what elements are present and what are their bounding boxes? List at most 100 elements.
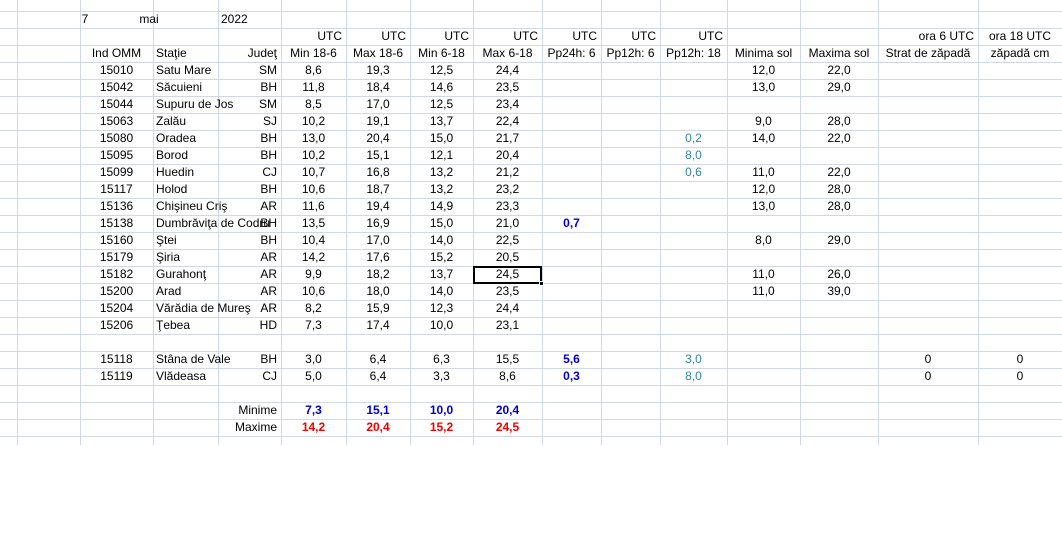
data-cell[interactable]: 24,4 <box>473 62 542 79</box>
data-cell[interactable]: 10,4 <box>281 232 346 249</box>
column-header-cell[interactable]: Pp24h: 6 <box>542 45 601 62</box>
data-cell[interactable]: 17,0 <box>346 96 410 113</box>
data-cell[interactable]: BH <box>218 215 281 232</box>
data-cell[interactable]: CJ <box>218 164 281 181</box>
data-cell[interactable]: 15,1 <box>346 147 410 164</box>
utc-label-cell[interactable]: UTC <box>473 28 542 45</box>
data-cell[interactable]: 13,5 <box>281 215 346 232</box>
header-year-cell[interactable]: 2022 <box>218 11 281 28</box>
data-cell[interactable]: 8,0 <box>727 232 800 249</box>
data-cell[interactable]: 18,4 <box>346 79 410 96</box>
data-cell[interactable]: 15,5 <box>473 351 542 368</box>
utc-label-cell[interactable]: UTC <box>281 28 346 45</box>
data-cell[interactable]: BH <box>218 79 281 96</box>
data-cell[interactable]: 10,2 <box>281 147 346 164</box>
data-cell[interactable]: 15063 <box>80 113 153 130</box>
data-cell[interactable]: 15160 <box>80 232 153 249</box>
utc-label-cell[interactable]: UTC <box>410 28 473 45</box>
utc-label-cell[interactable]: UTC <box>346 28 410 45</box>
data-cell[interactable]: 18,2 <box>346 266 410 283</box>
data-cell[interactable]: 10,6 <box>281 283 346 300</box>
summary-label-cell[interactable]: Minime <box>218 402 281 419</box>
data-cell[interactable]: 11,8 <box>281 79 346 96</box>
data-cell[interactable]: 8,0 <box>660 147 727 164</box>
column-header-cell[interactable]: Min 18-6 <box>281 45 346 62</box>
data-cell[interactable]: 13,0 <box>281 130 346 147</box>
data-cell[interactable]: 7,3 <box>281 317 346 334</box>
utc-label-cell[interactable]: UTC <box>542 28 601 45</box>
data-cell[interactable]: 15095 <box>80 147 153 164</box>
data-cell[interactable]: 28,0 <box>800 113 878 130</box>
data-cell[interactable]: 15099 <box>80 164 153 181</box>
data-cell[interactable]: 17,0 <box>346 232 410 249</box>
column-header-cell[interactable]: Judeţ <box>218 45 281 62</box>
data-cell[interactable]: 21,0 <box>473 215 542 232</box>
fill-handle[interactable] <box>539 281 544 286</box>
data-cell[interactable]: 19,1 <box>346 113 410 130</box>
column-header-cell[interactable]: Pp12h: 6 <box>601 45 660 62</box>
data-cell[interactable]: 20,4 <box>473 147 542 164</box>
column-header-cell[interactable]: Min 6-18 <box>410 45 473 62</box>
column-header-cell[interactable]: Pp12h: 18 <box>660 45 727 62</box>
data-cell[interactable]: AR <box>218 283 281 300</box>
data-cell[interactable]: 0 <box>878 368 978 385</box>
data-cell[interactable]: 16,8 <box>346 164 410 181</box>
data-cell[interactable]: 28,0 <box>800 198 878 215</box>
summary-value-cell[interactable]: 10,0 <box>410 402 473 419</box>
data-cell[interactable]: 13,2 <box>410 181 473 198</box>
data-cell[interactable]: AR <box>218 266 281 283</box>
column-header-cell[interactable]: Strat de zăpadă <box>878 45 978 62</box>
active-cell-selection[interactable] <box>473 266 542 284</box>
data-cell[interactable]: 15204 <box>80 300 153 317</box>
utc-label-cell[interactable]: UTC <box>660 28 727 45</box>
data-cell[interactable]: 15,2 <box>410 249 473 266</box>
data-cell[interactable]: 28,0 <box>800 181 878 198</box>
data-cell[interactable]: 15080 <box>80 130 153 147</box>
data-cell[interactable]: 12,5 <box>410 62 473 79</box>
data-cell[interactable]: 22,0 <box>800 130 878 147</box>
data-cell[interactable]: 15138 <box>80 215 153 232</box>
data-cell[interactable]: 15119 <box>80 368 153 385</box>
data-cell[interactable]: 9,0 <box>727 113 800 130</box>
data-cell[interactable]: 14,6 <box>410 79 473 96</box>
data-cell[interactable]: 15044 <box>80 96 153 113</box>
data-cell[interactable]: 26,0 <box>800 266 878 283</box>
data-cell[interactable]: 22,0 <box>800 164 878 181</box>
data-cell[interactable]: 8,0 <box>660 368 727 385</box>
data-cell[interactable]: 13,7 <box>410 113 473 130</box>
summary-label-cell[interactable]: Maxime <box>218 419 281 436</box>
data-cell[interactable]: 10,2 <box>281 113 346 130</box>
header-month-cell[interactable]: mai <box>80 11 218 28</box>
data-cell[interactable]: 10,6 <box>281 181 346 198</box>
data-cell[interactable]: 15179 <box>80 249 153 266</box>
data-cell[interactable]: 0 <box>978 351 1062 368</box>
data-cell[interactable]: 3,0 <box>660 351 727 368</box>
data-cell[interactable]: 3,0 <box>281 351 346 368</box>
data-cell[interactable]: 16,9 <box>346 215 410 232</box>
data-cell[interactable]: 12,3 <box>410 300 473 317</box>
data-cell[interactable]: 13,2 <box>410 164 473 181</box>
data-cell[interactable]: 15182 <box>80 266 153 283</box>
data-cell[interactable]: 15,0 <box>410 130 473 147</box>
data-cell[interactable]: SM <box>218 96 281 113</box>
data-cell[interactable]: 13,0 <box>727 198 800 215</box>
data-cell[interactable]: 14,0 <box>410 283 473 300</box>
summary-value-cell[interactable]: 24,5 <box>473 419 542 436</box>
data-cell[interactable]: 15010 <box>80 62 153 79</box>
summary-value-cell[interactable]: 20,4 <box>346 419 410 436</box>
data-cell[interactable]: 20,4 <box>346 130 410 147</box>
summary-value-cell[interactable]: 7,3 <box>281 402 346 419</box>
data-cell[interactable]: SM <box>218 62 281 79</box>
data-cell[interactable]: 23,2 <box>473 181 542 198</box>
utc-label-cell[interactable]: UTC <box>601 28 660 45</box>
data-cell[interactable]: 8,6 <box>281 62 346 79</box>
column-header-cell[interactable]: Max 6-18 <box>473 45 542 62</box>
data-cell[interactable]: 21,7 <box>473 130 542 147</box>
data-cell[interactable]: 5,6 <box>542 351 601 368</box>
data-cell[interactable]: 19,4 <box>346 198 410 215</box>
column-header-cell[interactable]: zăpadă cm <box>978 45 1062 62</box>
data-cell[interactable]: 11,0 <box>727 164 800 181</box>
data-cell[interactable]: 12,5 <box>410 96 473 113</box>
data-cell[interactable]: 10,0 <box>410 317 473 334</box>
data-cell[interactable]: 0,6 <box>660 164 727 181</box>
